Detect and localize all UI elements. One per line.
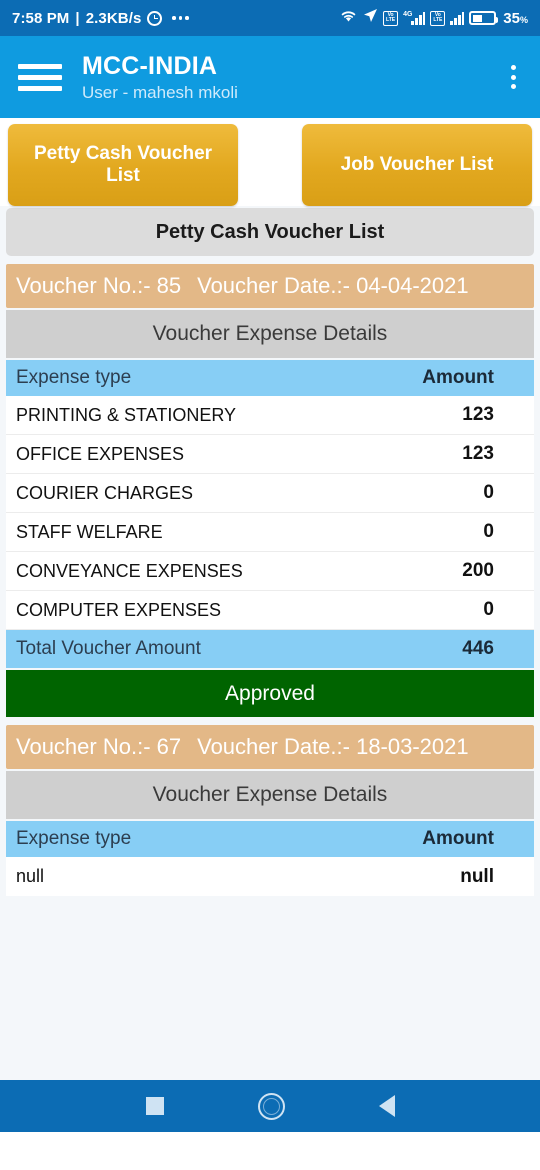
table-row[interactable]: CONVEYANCE EXPENSES 200 [6, 552, 534, 591]
hamburger-menu-icon[interactable] [18, 63, 62, 91]
table-row[interactable]: OFFICE EXPENSES 123 [6, 435, 534, 474]
expense-table-header: Expense type Amount [6, 821, 534, 857]
tab-gap [242, 124, 298, 206]
total-voucher-amount-row: Total Voucher Amount 446 [6, 630, 534, 668]
page-title: Petty Cash Voucher List [6, 208, 534, 256]
voucher-number: Voucher No.:- 67 [16, 734, 182, 759]
expense-amount-value: 123 [462, 443, 494, 464]
expense-type-value: OFFICE EXPENSES [16, 443, 185, 464]
volte-icon-2: Vo LTE [430, 10, 446, 26]
alarm-icon [147, 10, 163, 26]
tab-job-voucher-list[interactable]: Job Voucher List [302, 124, 532, 206]
tab-petty-cash-voucher-list[interactable]: Petty Cash Voucher List [8, 124, 238, 206]
voucher-date: Voucher Date.:- 04-04-2021 [197, 273, 469, 298]
app-bar-titles: MCC-INDIA User - mahesh mkoli [82, 52, 238, 103]
table-row[interactable]: COURIER CHARGES 0 [6, 474, 534, 513]
column-expense-type: Expense type [16, 828, 132, 849]
status-network-speed: 2.3KB/s [85, 9, 142, 27]
wifi-icon [339, 8, 358, 28]
total-label: Total Voucher Amount [16, 638, 201, 659]
column-expense-type: Expense type [16, 367, 132, 388]
status-separator: | [75, 9, 80, 27]
main-content: Petty Cash Voucher List Job Voucher List… [0, 118, 540, 1132]
voucher-header[interactable]: Voucher No.:- 85 Voucher Date.:- 04-04-2… [6, 264, 534, 308]
expense-type-value: COURIER CHARGES [16, 482, 194, 503]
total-amount-value: 446 [462, 638, 494, 659]
battery-percent: 35% [503, 10, 528, 27]
volte-bottom-1: LTE [386, 17, 396, 23]
expense-amount-value: 123 [462, 404, 494, 425]
app-subtitle-user: User - mahesh mkoli [82, 82, 238, 102]
expense-table-header: Expense type Amount [6, 360, 534, 396]
expense-type-value: CONVEYANCE EXPENSES [16, 560, 243, 581]
table-row[interactable]: COMPUTER EXPENSES 0 [6, 591, 534, 630]
status-bar-left: 7:58 PM | 2.3KB/s [12, 10, 189, 27]
expense-amount-value: 0 [483, 599, 494, 620]
expense-type-value: STAFF WELFARE [16, 521, 163, 542]
signal-bars-icon-2 [450, 11, 465, 25]
expense-amount-value: null [460, 865, 494, 887]
volte-icon-1: Vo LTE [383, 10, 399, 26]
expense-amount-value: 200 [462, 560, 494, 581]
expense-type-value: COMPUTER EXPENSES [16, 599, 222, 620]
status-bar: 7:58 PM | 2.3KB/s Vo LTE 4G Vo LTE 35% [0, 0, 540, 36]
table-row[interactable]: STAFF WELFARE 0 [6, 513, 534, 552]
battery-level-value: 35 [503, 9, 520, 27]
voucher-number: Voucher No.:- 85 [16, 273, 182, 298]
volte-bottom-2: LTE [433, 17, 443, 23]
column-amount: Amount [422, 367, 494, 388]
table-row[interactable]: PRINTING & STATIONERY 123 [6, 396, 534, 435]
location-arrow-icon [363, 8, 378, 28]
voucher-expense-section-title: Voucher Expense Details [6, 310, 534, 358]
expense-amount-value: 0 [483, 521, 494, 542]
table-row[interactable]: null null [6, 857, 534, 896]
more-dots-icon [172, 16, 189, 20]
status-badge-approved: Approved [6, 670, 534, 717]
voucher-header[interactable]: Voucher No.:- 67 Voucher Date.:- 18-03-2… [6, 725, 534, 769]
android-navigation-bar [0, 1080, 540, 1132]
column-amount: Amount [422, 828, 494, 849]
voucher-expense-section-title: Voucher Expense Details [6, 771, 534, 819]
signal-bars-icon-1: 4G [403, 11, 426, 25]
square-recents-icon[interactable] [145, 1097, 164, 1115]
status-bar-right: Vo LTE 4G Vo LTE 35% [339, 8, 528, 28]
triangle-back-icon[interactable] [378, 1095, 395, 1117]
expense-amount-value: 0 [483, 482, 494, 503]
expense-type-value: null [16, 866, 45, 886]
kebab-menu-icon[interactable] [505, 59, 522, 95]
voucher-date: Voucher Date.:- 18-03-2021 [197, 734, 469, 759]
expense-type-value: PRINTING & STATIONERY [16, 404, 237, 425]
app-title: MCC-INDIA [82, 51, 218, 80]
battery-icon [469, 11, 499, 25]
tab-bar: Petty Cash Voucher List Job Voucher List [0, 118, 540, 206]
app-bar: MCC-INDIA User - mahesh mkoli [0, 36, 540, 118]
status-time: 7:58 PM [12, 9, 70, 27]
battery-unit: % [519, 14, 528, 25]
circle-home-icon[interactable] [257, 1092, 285, 1120]
